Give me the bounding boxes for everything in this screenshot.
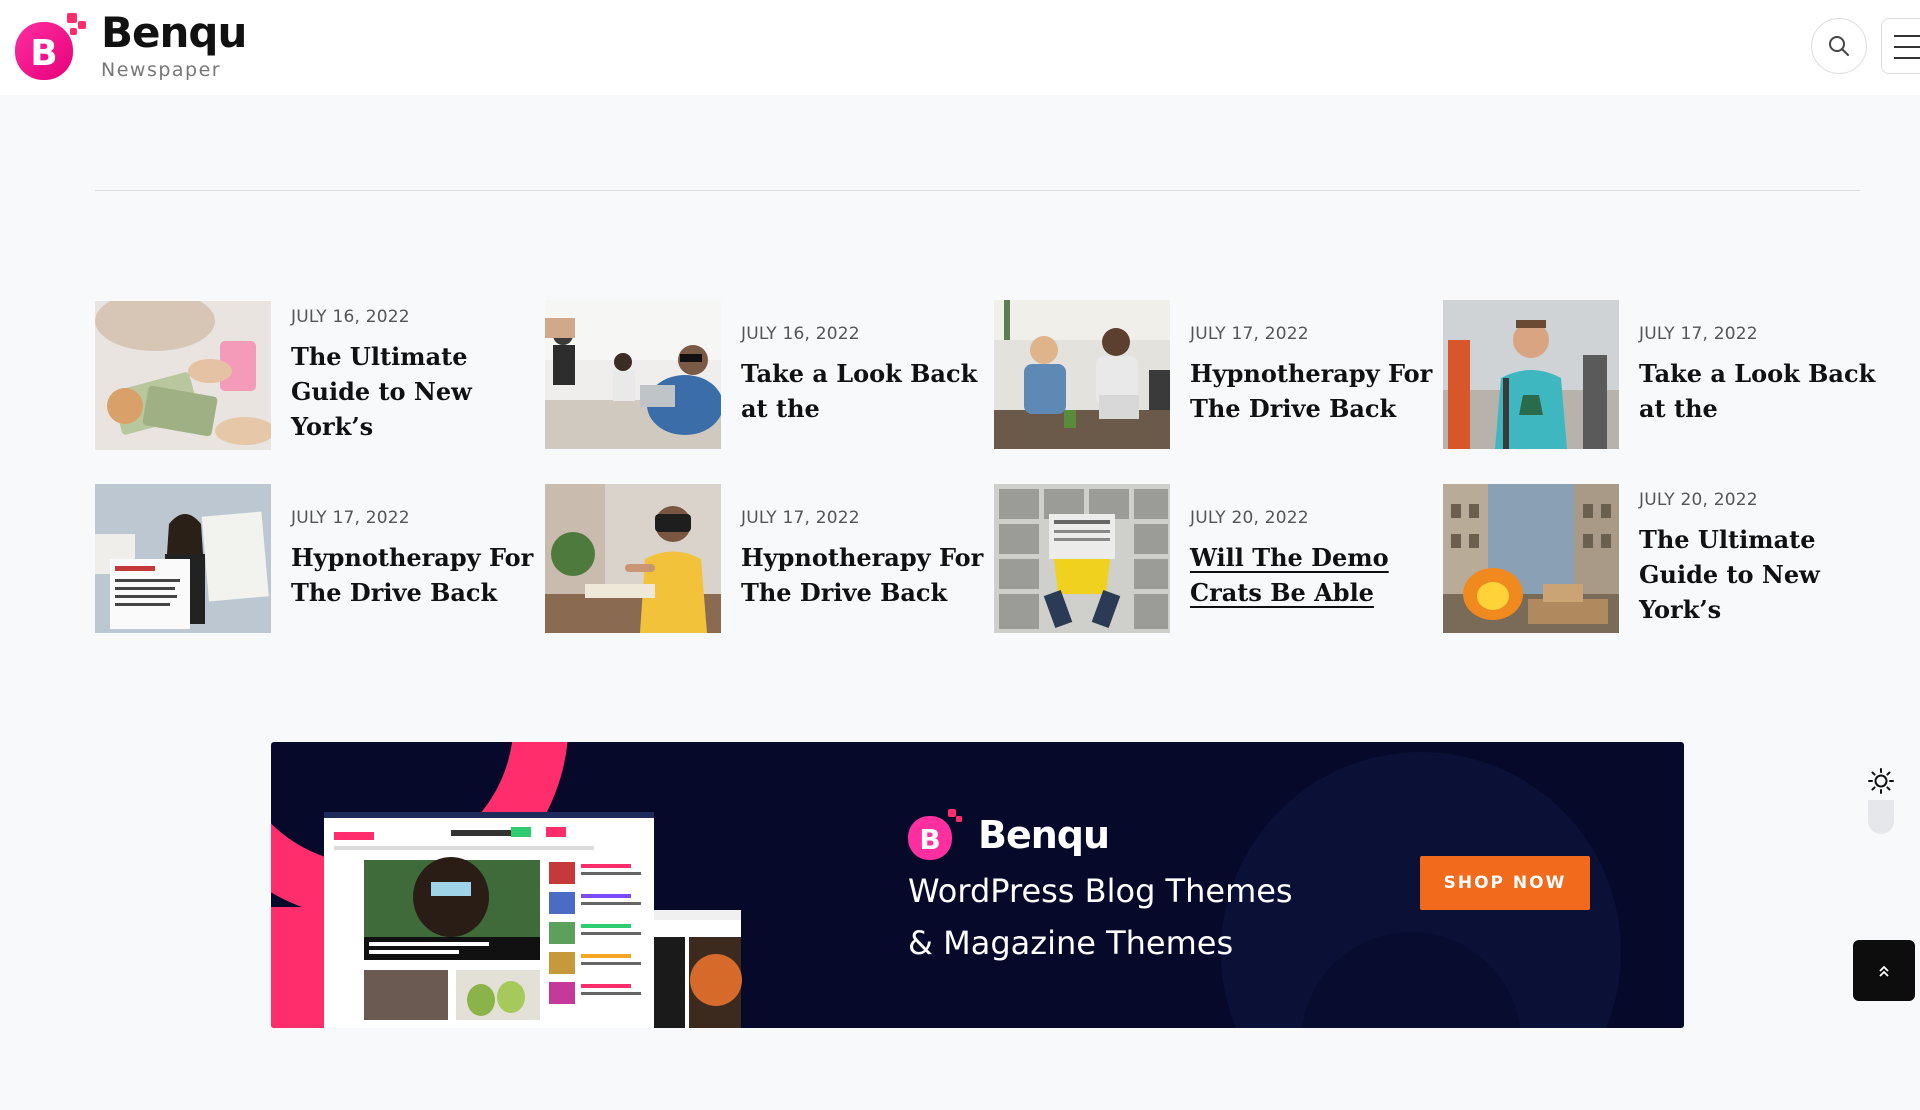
smiling-man-photo[interactable]: [1443, 300, 1619, 449]
hamburger-menu-icon: [1894, 35, 1920, 37]
banner-headline-line1: WordPress Blog Themes: [908, 872, 1293, 910]
post-card[interactable]: JULY 17, 2022 Hypnotherapy For The Drive…: [545, 484, 991, 633]
benqu-logo-icon: B: [15, 10, 89, 82]
post-date: JULY 20, 2022: [1190, 507, 1309, 528]
logo-letter: B: [30, 33, 57, 74]
post-date: JULY 17, 2022: [1190, 323, 1309, 344]
hamburger-menu-button[interactable]: [1881, 18, 1920, 74]
cafe-laptop-photo[interactable]: [545, 300, 721, 449]
post-title-link[interactable]: The Ultimate Guide to New York’s: [291, 339, 541, 444]
post-title-link[interactable]: Hypnotherapy For The Drive Back: [291, 540, 541, 610]
post-title-link[interactable]: The Ultimate Guide to New York’s: [1639, 522, 1889, 627]
theme-promo-banner[interactable]: B Benqu WordPress Blog Themes & Magazine…: [271, 742, 1684, 1028]
street-fire-photo[interactable]: [1443, 484, 1619, 633]
post-date: JULY 16, 2022: [741, 323, 860, 344]
banner-logo-title: Benqu: [978, 813, 1110, 857]
chevron-double-up-icon: [1879, 965, 1889, 977]
post-card[interactable]: JULY 17, 2022 Hypnotherapy For The Drive…: [994, 300, 1440, 449]
section-divider: [95, 190, 1860, 191]
site-logo[interactable]: B Benqu Newspaper: [15, 8, 247, 82]
post-title-link[interactable]: Will The Demo Crats Be Able: [1190, 540, 1440, 610]
site-header: B Benqu Newspaper: [0, 0, 1920, 95]
toggle-track: [1868, 800, 1894, 834]
post-date: JULY 17, 2022: [1639, 323, 1758, 344]
post-date: JULY 17, 2022: [291, 507, 410, 528]
logo-title: Benqu: [101, 8, 247, 57]
sun-icon: [1868, 768, 1894, 794]
vr-headset-photo[interactable]: [545, 484, 721, 633]
post-date: JULY 16, 2022: [291, 307, 410, 327]
benqu-logo-icon: B: [908, 809, 962, 860]
banner-logo: B Benqu: [908, 808, 1110, 862]
post-title-link[interactable]: Take a Look Back at the: [741, 356, 991, 426]
post-card[interactable]: JULY 16, 2022 The Ultimate Guide to New …: [95, 301, 541, 450]
post-title-link[interactable]: Take a Look Back at the: [1639, 356, 1889, 426]
post-card[interactable]: JULY 17, 2022 Take a Look Back at the: [1443, 300, 1889, 449]
protest-signs-photo[interactable]: [95, 484, 271, 633]
post-title-link[interactable]: Hypnotherapy For The Drive Back: [741, 540, 991, 610]
shop-now-button[interactable]: SHOP NOW: [1420, 856, 1590, 910]
banner-logo-letter: B: [919, 823, 940, 856]
post-card[interactable]: JULY 20, 2022 Will The Demo Crats Be Abl…: [994, 484, 1440, 633]
post-date: JULY 20, 2022: [1639, 490, 1758, 510]
newspaper-reader-photo[interactable]: [994, 484, 1170, 633]
money-counting-photo[interactable]: [95, 301, 271, 450]
post-card[interactable]: JULY 17, 2022 Hypnotherapy For The Drive…: [95, 484, 541, 633]
post-title-link[interactable]: Hypnotherapy For The Drive Back: [1190, 356, 1440, 426]
office-meeting-photo[interactable]: [994, 300, 1170, 449]
scroll-to-top-button[interactable]: [1853, 940, 1915, 1001]
dark-mode-toggle[interactable]: [1866, 766, 1896, 838]
banner-headline-line2: & Magazine Themes: [908, 924, 1234, 962]
search-button[interactable]: [1811, 18, 1867, 74]
post-card[interactable]: JULY 20, 2022 The Ultimate Guide to New …: [1443, 484, 1889, 633]
search-icon: [1829, 36, 1849, 56]
post-date: JULY 17, 2022: [741, 507, 860, 528]
post-card[interactable]: JULY 16, 2022 Take a Look Back at the: [545, 300, 991, 449]
logo-subtitle: Newspaper: [101, 59, 222, 81]
